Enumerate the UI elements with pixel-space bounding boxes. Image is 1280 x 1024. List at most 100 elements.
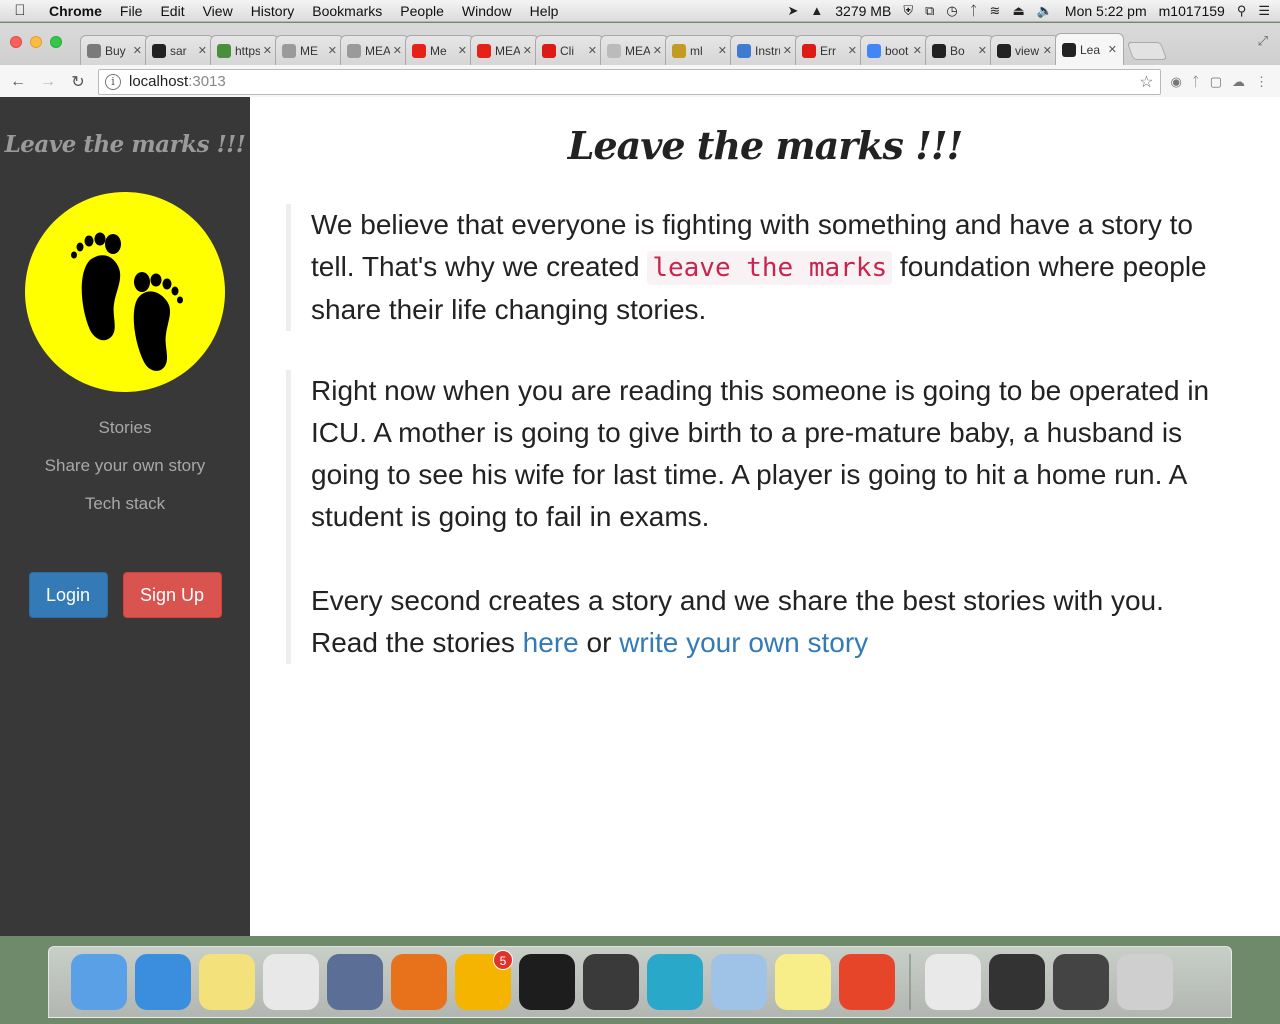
close-tab-icon[interactable]: ✕	[198, 44, 207, 57]
sublime-icon[interactable]	[583, 954, 639, 1010]
browser-tab[interactable]: boot ✕	[860, 35, 929, 65]
menu-history[interactable]: History	[242, 3, 304, 19]
bookmark-star-icon[interactable]: ☆	[1139, 72, 1153, 92]
here-link[interactable]: here	[523, 627, 579, 658]
reload-button[interactable]: ↻	[68, 72, 88, 92]
info-icon[interactable]: i	[105, 73, 121, 90]
login-button[interactable]: Login	[28, 572, 108, 618]
browser-tab[interactable]: https ✕	[210, 35, 279, 65]
nav-stories-link[interactable]: Stories	[99, 418, 152, 438]
sidebar-brand[interactable]: Leave the marks !!!	[5, 131, 246, 158]
drive-icon[interactable]: ▲	[810, 3, 823, 18]
browser-tab[interactable]: Me ✕	[405, 35, 474, 65]
fullscreen-icon[interactable]: ⤢	[1258, 33, 1268, 49]
notification-center-icon[interactable]: ☰	[1258, 3, 1270, 19]
read-stories-line: Read the stories here or write your own …	[311, 622, 1226, 664]
terminal-icon[interactable]	[519, 954, 575, 1010]
browser-tab[interactable]: Buy E✕	[80, 35, 149, 65]
close-tab-icon[interactable]: ✕	[263, 44, 272, 57]
paw-icon[interactable]	[839, 954, 895, 1010]
menu-view[interactable]: View	[194, 3, 242, 19]
shield-icon[interactable]: ⛨	[903, 3, 913, 19]
browser-tab[interactable]: sar ✕	[145, 35, 214, 65]
cloud-extension-icon[interactable]: ☁	[1232, 74, 1245, 90]
close-tab-icon[interactable]: ✕	[848, 44, 857, 57]
close-tab-icon[interactable]: ✕	[588, 44, 597, 57]
browser-tab[interactable]: MEAN✕	[340, 35, 409, 65]
new-tab-button[interactable]	[1126, 42, 1168, 60]
close-tab-icon[interactable]: ✕	[523, 44, 532, 57]
sublime-window-icon[interactable]	[1053, 954, 1109, 1010]
signup-button[interactable]: Sign Up	[122, 572, 222, 618]
menu-file[interactable]: File	[111, 3, 152, 19]
close-tab-icon[interactable]: ✕	[133, 44, 142, 57]
browser-tab[interactable]: view ✕	[990, 35, 1059, 65]
wifi-icon[interactable]: ≋	[990, 3, 1001, 19]
b-icon	[932, 43, 946, 58]
menu-app-name[interactable]: Chrome	[40, 3, 111, 19]
browser-tab[interactable]: Bo ✕	[925, 35, 994, 65]
terminal-window-icon[interactable]	[989, 954, 1045, 1010]
virtualbox-icon[interactable]	[711, 954, 767, 1010]
bluetooth-extension-icon[interactable]: ᛏ	[1192, 74, 1200, 90]
time-machine-icon[interactable]: ◷	[946, 3, 957, 19]
close-tab-icon[interactable]: ✕	[1108, 43, 1117, 56]
outlook-icon[interactable]: 5	[455, 950, 513, 1010]
close-tab-icon[interactable]: ✕	[328, 44, 337, 57]
clock[interactable]: Mon 5:22 pm	[1065, 3, 1147, 19]
close-tab-icon[interactable]: ✕	[1043, 44, 1052, 57]
forward-button[interactable]: →	[38, 73, 58, 91]
nav-tech-stack-link[interactable]: Tech stack	[85, 494, 165, 514]
back-button[interactable]: ←	[8, 73, 28, 91]
finder-icon[interactable]	[71, 954, 127, 1010]
apple-icon[interactable]: 	[0, 2, 40, 19]
eject-icon[interactable]: ⏏	[1012, 3, 1024, 19]
close-tab-icon[interactable]: ✕	[913, 44, 922, 57]
trash-icon[interactable]	[1117, 954, 1173, 1010]
write-your-own-story-link[interactable]: write your own story	[619, 627, 868, 658]
maximize-window-button[interactable]	[50, 36, 62, 48]
close-window-button[interactable]	[10, 36, 22, 48]
user-name[interactable]: m1017159	[1159, 3, 1225, 19]
incognito-extension-icon[interactable]: ◉	[1171, 74, 1182, 90]
memory-indicator[interactable]: 3279 MB	[835, 3, 891, 19]
browser-tab[interactable]: Lea ✕	[1055, 33, 1124, 65]
close-tab-icon[interactable]: ✕	[458, 44, 467, 57]
screen-icon[interactable]: ⧉	[925, 3, 934, 19]
close-tab-icon[interactable]: ✕	[718, 44, 727, 57]
preview-icon[interactable]	[925, 954, 981, 1010]
browser-tab[interactable]: Cli ✕	[535, 35, 604, 65]
browser-tab[interactable]: MEAN✕	[470, 35, 539, 65]
browser-tab[interactable]: MEAN✕	[600, 35, 669, 65]
address-bar[interactable]: i localhost:3013 ☆	[98, 68, 1161, 95]
nav-share-story-link[interactable]: Share your own story	[45, 456, 206, 476]
close-tab-icon[interactable]: ✕	[978, 44, 987, 57]
close-tab-icon[interactable]: ✕	[653, 44, 662, 57]
notes-icon[interactable]	[199, 954, 255, 1010]
safari-icon[interactable]	[135, 954, 191, 1010]
vmware-icon[interactable]	[327, 954, 383, 1010]
spotlight-icon[interactable]: ⚲	[1237, 3, 1247, 19]
browser-tab[interactable]: Err ✕	[795, 35, 864, 65]
close-tab-icon[interactable]: ✕	[393, 44, 402, 57]
menu-bookmarks[interactable]: Bookmarks	[303, 3, 391, 19]
menu-people[interactable]: People	[391, 3, 453, 19]
square-extension-icon[interactable]: ▢	[1210, 74, 1222, 90]
menu-edit[interactable]: Edit	[151, 3, 193, 19]
menu-kebab-icon[interactable]: ⋮	[1255, 74, 1268, 90]
close-tab-icon[interactable]: ✕	[783, 44, 792, 57]
browser-tab[interactable]: Instru✕	[730, 35, 799, 65]
lync-icon[interactable]	[647, 954, 703, 1010]
minimize-window-button[interactable]	[30, 36, 42, 48]
stickies-icon[interactable]	[775, 954, 831, 1010]
menu-help[interactable]: Help	[521, 3, 568, 19]
location-icon[interactable]: ➤	[787, 3, 798, 19]
volume-icon[interactable]: 🔈	[1037, 3, 1053, 19]
bluetooth-icon[interactable]: ᛏ	[970, 3, 978, 18]
menu-window[interactable]: Window	[453, 3, 521, 19]
chrome-icon[interactable]	[263, 954, 319, 1010]
firefox-icon[interactable]	[391, 954, 447, 1010]
browser-tab[interactable]: ME ✕	[275, 35, 344, 65]
browser-tab[interactable]: ml ✕	[665, 35, 734, 65]
